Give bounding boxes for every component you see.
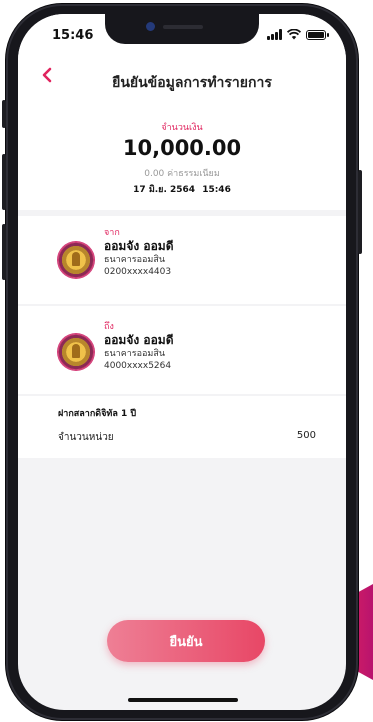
from-name: ออมจัง ออมดี [104, 239, 174, 253]
from-bank: ธนาคารออมสิน [104, 255, 165, 265]
fee-row: 0.00 ค่าธรรมเนียม [18, 166, 346, 180]
wifi-icon [287, 29, 301, 40]
volume-up-button [2, 154, 6, 210]
amount-label: จำนวนเงิน [161, 123, 203, 133]
transaction-date: 17 มิ.ย. 2564 [133, 185, 196, 195]
confirm-button[interactable]: ยืนยัน [107, 620, 265, 662]
mute-switch [2, 100, 6, 128]
to-account-card: ถึง ออมจัง ออมดี ธนาคารออมสิน 4000xxxx52… [18, 306, 346, 394]
battery-icon [306, 30, 329, 40]
from-account-info: จาก ออมจัง ออมดี ธนาคารออมสิน 0200xxxx44… [104, 228, 174, 278]
from-account-number: 0200xxxx4403 [104, 267, 172, 277]
status-icons [267, 29, 329, 40]
units-label: จำนวนหน่วย [58, 432, 114, 443]
units-row: จำนวนหน่วย 500 [58, 430, 316, 445]
screen: 15:46 ยืนยันข้อมูลการทำรายการ จำนวนเงิน … [18, 14, 346, 710]
camera-icon [146, 22, 155, 31]
to-name: ออมจัง ออมดี [104, 333, 174, 347]
home-indicator [128, 698, 238, 702]
status-time: 15:46 [52, 28, 94, 43]
transaction-datetime: 17 มิ.ย. 2564 15:46 [18, 182, 346, 196]
units-value: 500 [296, 430, 316, 441]
power-button [358, 170, 362, 254]
to-bank: ธนาคารออมสิน [104, 349, 165, 359]
signal-icon [267, 29, 282, 40]
to-label: ถึง [104, 322, 114, 332]
header: ยืนยันข้อมูลการทำรายการ [18, 54, 346, 110]
transaction-time: 15:46 [202, 185, 231, 195]
volume-down-button [2, 224, 6, 280]
product-title: ฝากสลากดิจิทัล 1 ปี [58, 409, 137, 419]
phone-frame: 15:46 ยืนยันข้อมูลการทำรายการ จำนวนเงิน … [2, 4, 362, 720]
bank-logo-icon [58, 334, 94, 370]
amount-value: 10,000.00 [122, 136, 242, 160]
from-label: จาก [104, 228, 120, 238]
to-account-info: ถึง ออมจัง ออมดี ธนาคารออมสิน 4000xxxx52… [104, 322, 174, 372]
product-detail-card: ฝากสลากดิจิทัล 1 ปี จำนวนหน่วย 500 [18, 396, 346, 458]
bank-logo-icon [58, 242, 94, 278]
fee-label: ค่าธรรมเนียม [167, 169, 220, 179]
amount-card: จำนวนเงิน 10,000.00 0.00 ค่าธรรมเนียม 17… [18, 110, 346, 210]
from-account-card: จาก ออมจัง ออมดี ธนาคารออมสิน 0200xxxx44… [18, 216, 346, 304]
speaker [163, 25, 203, 29]
fee-amount: 0.00 [144, 169, 165, 179]
to-account-number: 4000xxxx5264 [104, 361, 172, 371]
page-title: ยืนยันข้อมูลการทำรายการ [112, 75, 272, 91]
notch [105, 14, 259, 44]
